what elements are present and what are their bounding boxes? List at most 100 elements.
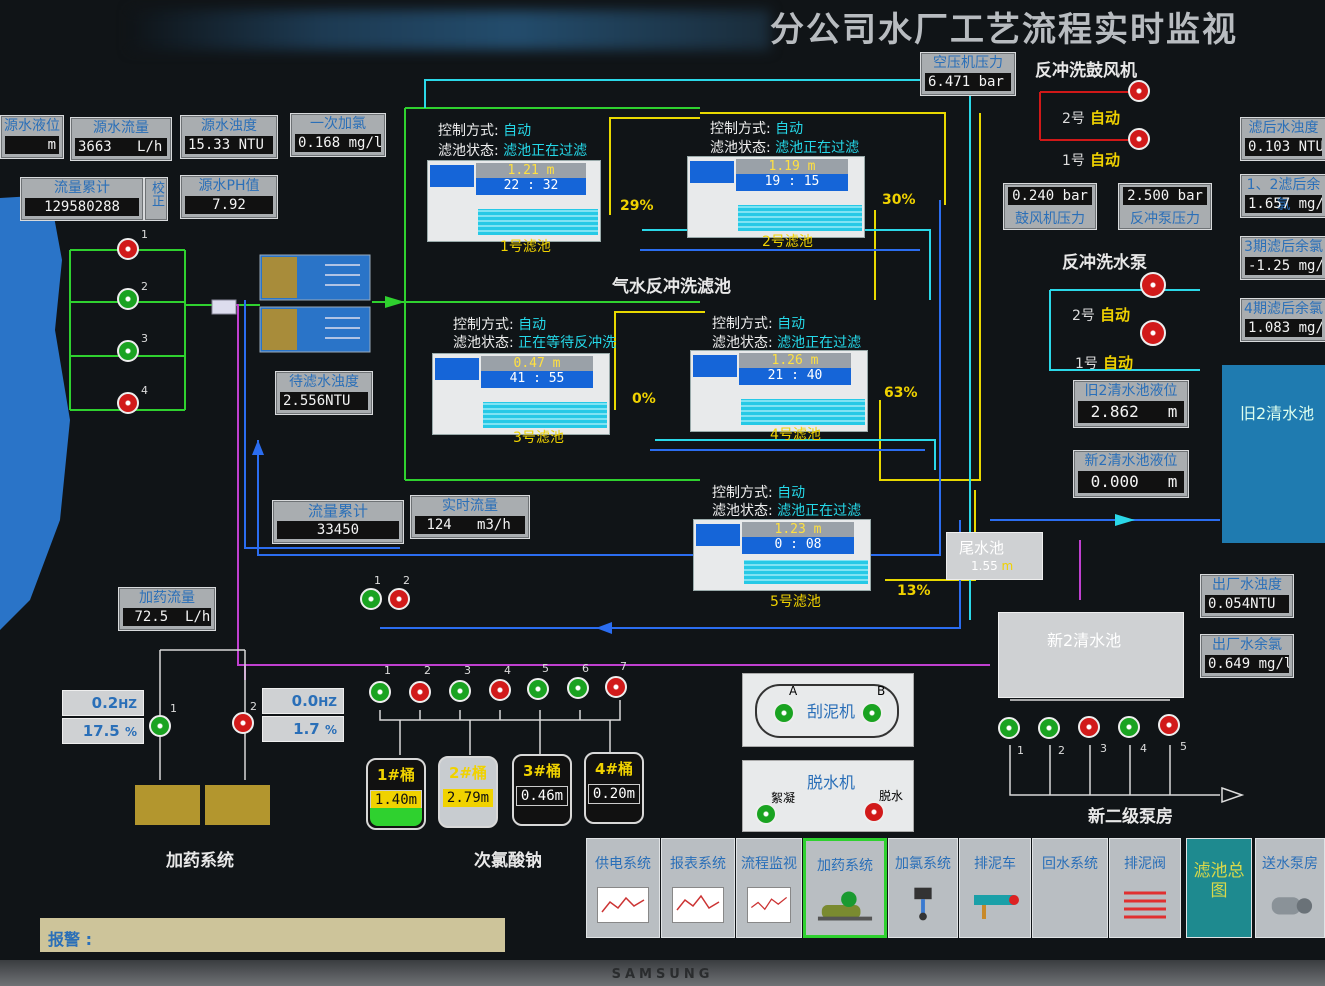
dosing-pump-1-no: 1	[170, 702, 177, 715]
nav-chlorine-label: 加氯系统	[895, 856, 951, 872]
hypo-pump-7-icon[interactable]	[605, 676, 627, 698]
intake-pump-1-icon[interactable]	[117, 238, 139, 260]
nav-pump-house-label: 送水泵房	[1262, 856, 1318, 872]
filter-3-level: 0.47 m	[481, 356, 593, 371]
nav-power-system[interactable]: 供电系统	[586, 838, 660, 938]
realtime-flow-value: 124 m3/h	[415, 516, 525, 534]
hypo-pump-4-icon[interactable]	[489, 679, 511, 701]
hypo-pump-1-icon[interactable]	[369, 681, 391, 703]
new-pool-name: 新2清水池	[1047, 631, 1122, 650]
dosing-system-title: 加药系统	[166, 851, 234, 871]
backwash-pump-1-label: 1号	[1075, 356, 1098, 372]
pump-house-5-icon[interactable]	[1158, 714, 1180, 736]
floc-pump-icon[interactable]	[755, 803, 777, 825]
title-blur	[130, 10, 770, 50]
filter-2-tank[interactable]: 1.19 m 19 : 15	[687, 156, 865, 238]
scraper-b: B	[877, 684, 886, 698]
backwash-pump-2-icon[interactable]	[1140, 272, 1166, 298]
hypo-pump-3-no: 3	[464, 664, 471, 677]
tail-pool-value: 1.55 m	[971, 559, 1014, 573]
source-ph-value: 7.92	[185, 196, 273, 214]
blower-2-mode: 自动	[1090, 109, 1121, 127]
flow-total-panel: 流量累计 33450	[272, 500, 404, 544]
filter-2-display: 1.19 m 19 : 15	[736, 159, 848, 191]
filter-5-status: 滤池状态: 滤池正在过滤	[712, 503, 862, 519]
dewater-name: 脱水机	[807, 773, 856, 792]
calibrate-button[interactable]: 校正	[144, 177, 168, 221]
filter-4-level: 1.26 m	[739, 353, 851, 368]
filter-1-tank[interactable]: 1.21 m 22 : 32	[427, 160, 601, 242]
realtime-flow-label: 实时流量	[442, 498, 498, 514]
pump-house-3-no: 3	[1100, 742, 1107, 755]
blower-2-icon[interactable]	[1128, 80, 1150, 102]
dosing-pump-2-icon[interactable]	[232, 712, 254, 734]
intake-pump-1-no: 1	[141, 228, 148, 241]
filter-5-tank[interactable]: 1.23 m0 : 08	[693, 519, 871, 591]
nav-dosing-system[interactable]: 加药系统	[803, 838, 887, 938]
scraper-panel[interactable]: 刮泥机 A B	[742, 673, 914, 747]
blower-1-icon[interactable]	[1128, 128, 1150, 150]
nav-filter-overview[interactable]: 滤池总图	[1186, 838, 1252, 938]
dewater-dehyd: 脱水	[879, 789, 904, 803]
tail-pool[interactable]: 尾水池 1.55 m	[946, 532, 1043, 580]
pump-house-2-icon[interactable]	[1038, 717, 1060, 739]
source-ph-label: 源水PH值	[198, 178, 260, 194]
nav-return-water[interactable]: 回水系统	[1032, 838, 1108, 938]
pump-house-1-icon[interactable]	[998, 717, 1020, 739]
filter-1-control: 控制方式: 自动	[438, 123, 532, 139]
hypo-bucket-3: 3#桶 0.46m	[512, 754, 572, 826]
dosing-pump-1-freq: 0.2HZ	[62, 690, 144, 716]
filter-3-tank[interactable]: 0.47 m 41 : 55	[432, 353, 610, 435]
recycle-pump-2-icon[interactable]	[388, 588, 410, 610]
dosing-pump-icon	[816, 889, 874, 923]
hypo-bucket-1-value: 1.40m	[370, 790, 422, 810]
nav-return-label: 回水系统	[1042, 856, 1098, 872]
intake-pump-3-icon[interactable]	[117, 340, 139, 362]
nav-sludge-valve[interactable]: 排泥阀	[1109, 838, 1181, 938]
scraper-b-icon[interactable]	[861, 702, 883, 724]
filter-4-name: 4号滤池	[770, 427, 821, 443]
nav-filter-overview-label: 滤池总图	[1193, 861, 1245, 901]
out-chlorine-value: 0.649 mg/l	[1205, 655, 1289, 673]
hypo-pump-5-icon[interactable]	[527, 678, 549, 700]
nav-chlorine-system[interactable]: 加氯系统	[888, 838, 958, 938]
filter-3-status: 滤池状态: 正在等待反冲洗	[453, 335, 617, 351]
filter-3-valve-pct: 0%	[632, 391, 656, 407]
hypo-pump-2-icon[interactable]	[409, 681, 431, 703]
chlorine3-label: 3期滤后余氯	[1244, 239, 1323, 255]
new-pool-level-value: 0.000 m	[1078, 471, 1184, 493]
backwash-pump-1-icon[interactable]	[1140, 320, 1166, 346]
tail-pool-name: 尾水池	[959, 539, 1005, 557]
hypo-bucket-1: 1#桶 1.40m	[366, 758, 426, 830]
dewater-floc: 絮凝	[771, 791, 796, 805]
pump-house-3-icon[interactable]	[1078, 716, 1100, 738]
alarm-label: 报警 :	[48, 930, 92, 949]
pre-filter-turbidity-label: 待滤水浊度	[289, 374, 359, 390]
nav-sludge-truck[interactable]: 排泥车	[959, 838, 1031, 938]
nav-pump-house[interactable]: 送水泵房	[1255, 838, 1325, 938]
source-chlorine-panel: 一次加氯 0.168 mg/l	[290, 113, 386, 157]
intake-pump-4-icon[interactable]	[117, 392, 139, 414]
filter-4-valve-pct: 63%	[884, 385, 918, 401]
dosing-tank-1	[135, 785, 200, 825]
filter-2-time: 19 : 15	[764, 174, 820, 189]
hypochlorite-title: 次氯酸钠	[474, 851, 542, 871]
pump-house-4-icon[interactable]	[1118, 716, 1140, 738]
dosing-pump-2-freq: 0.0HZ	[262, 688, 344, 714]
hypo-pump-7-no: 7	[620, 660, 627, 673]
intake-pump-2-icon[interactable]	[117, 288, 139, 310]
hypo-pump-6-icon[interactable]	[567, 677, 589, 699]
hypo-pump-1-no: 1	[384, 664, 391, 677]
filter-1-time: 22 : 32	[503, 178, 559, 193]
nav-process-monitor[interactable]: 流程监视	[736, 838, 802, 938]
dewater-panel[interactable]: 脱水机 絮凝 脱水	[742, 760, 914, 832]
scraper-a-icon[interactable]	[773, 702, 795, 724]
nav-report-system[interactable]: 报表系统	[661, 838, 735, 938]
new-clear-water-pool[interactable]: 新2清水池	[998, 612, 1184, 698]
filter-4-tank[interactable]: 1.26 m 21 : 40	[690, 350, 868, 432]
filter-4-status: 滤池状态: 滤池正在过滤	[712, 335, 862, 351]
hypo-pump-3-icon[interactable]	[449, 680, 471, 702]
dosing-pump-1-icon[interactable]	[149, 715, 171, 737]
recycle-pump-1-icon[interactable]	[360, 588, 382, 610]
dewater-pump-icon[interactable]	[863, 801, 885, 823]
